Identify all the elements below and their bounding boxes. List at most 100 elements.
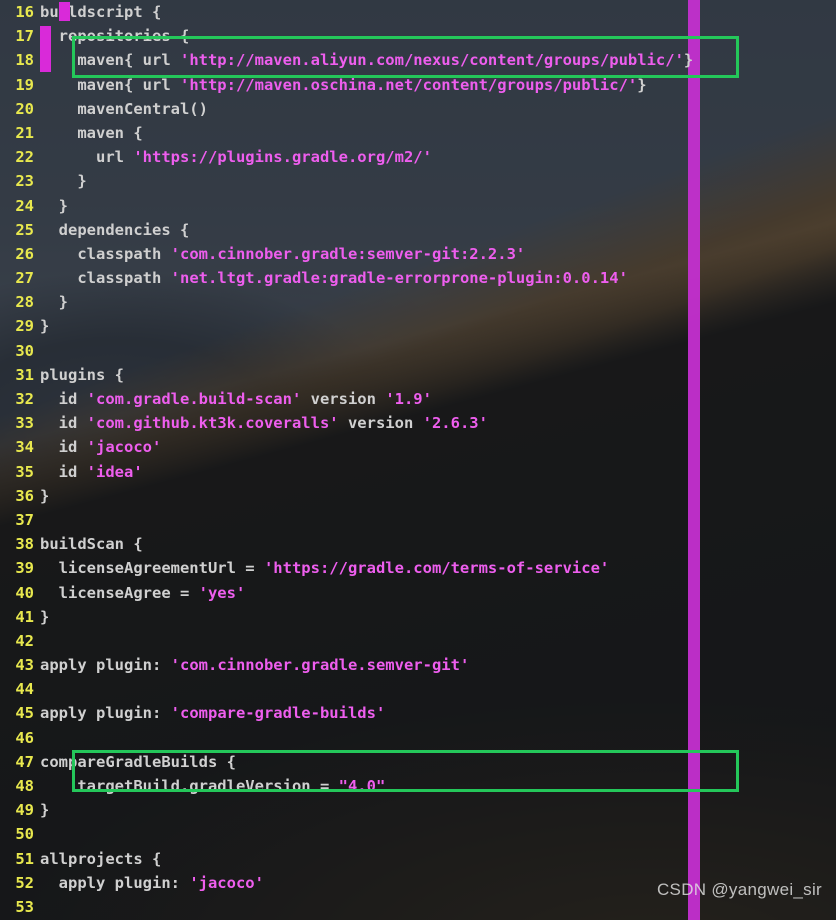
code-line[interactable]: 20 mavenCentral() xyxy=(0,97,836,121)
line-number: 30 xyxy=(15,341,34,360)
line-number: 20 xyxy=(15,99,34,118)
csdn-watermark: CSDN @yangwei_sir xyxy=(656,879,822,899)
line-number: 27 xyxy=(15,269,34,288)
code-line-text: mavenCentral() xyxy=(40,100,208,118)
code-token: licenseAgree = xyxy=(40,583,199,602)
code-line-text: } xyxy=(40,197,68,215)
code-line-text: compareGradleBuilds { xyxy=(40,753,236,771)
line-number: 53 xyxy=(15,897,34,916)
code-line[interactable]: 29} xyxy=(0,314,836,338)
code-line[interactable]: 18 maven{ url 'http://maven.aliyun.com/n… xyxy=(0,48,836,72)
code-line[interactable]: 47 compareGradleBuilds { xyxy=(0,750,836,774)
code-line-text: classpath 'com.cinnober.gradle:semver-gi… xyxy=(40,245,525,263)
string-token: 'com.gradle.build-scan' xyxy=(86,390,302,408)
code-line[interactable]: 30 xyxy=(0,339,836,363)
code-line[interactable]: 51 allprojects { xyxy=(0,847,836,871)
code-token: url xyxy=(40,148,134,167)
code-line[interactable]: 46 xyxy=(0,726,836,750)
code-line[interactable]: 23 } xyxy=(0,169,836,193)
code-line[interactable]: 33 id 'com.github.kt3k.coveralls' versio… xyxy=(0,411,836,435)
code-line[interactable]: 42 xyxy=(0,629,836,653)
code-line[interactable]: 26 classpath 'com.cinnober.gradle:semver… xyxy=(0,242,836,266)
code-line-text: classpath 'net.ltgt.gradle:gradle-errorp… xyxy=(40,269,628,287)
code-line[interactable]: 35 id 'idea' xyxy=(0,460,836,484)
code-line-text: } xyxy=(40,608,49,626)
code-line-text: plugins { xyxy=(40,366,124,384)
code-line[interactable]: 25 dependencies { xyxy=(0,218,836,242)
code-line[interactable]: 16 buildscript { xyxy=(0,0,836,24)
code-line[interactable]: 19 maven{ url 'http://maven.oschina.net/… xyxy=(0,73,836,97)
code-line-text: } xyxy=(40,317,49,335)
line-number: 50 xyxy=(15,825,34,844)
code-area[interactable]: 16 buildscript {17 repositories {18 maven… xyxy=(0,0,836,920)
code-line[interactable]: 36} xyxy=(0,484,836,508)
code-token: maven { xyxy=(40,123,143,142)
line-number: 33 xyxy=(15,414,34,433)
line-number: 21 xyxy=(15,123,34,142)
code-line[interactable]: 48 targetBuild.gradleVersion = "4.0" xyxy=(0,774,836,798)
code-token: version xyxy=(301,390,386,408)
code-line[interactable]: 32 id 'com.gradle.build-scan' version '1… xyxy=(0,387,836,411)
line-number: 44 xyxy=(15,680,34,699)
code-line[interactable]: 49} xyxy=(0,798,836,822)
code-line[interactable]: 22 url 'https://plugins.gradle.org/m2/' xyxy=(0,145,836,169)
code-line[interactable]: 45 apply plugin: 'compare-gradle-builds' xyxy=(0,701,836,725)
code-token: plugins { xyxy=(40,365,124,384)
line-number: 40 xyxy=(15,583,34,602)
line-number: 39 xyxy=(15,559,34,578)
code-token: repositories { xyxy=(40,27,190,46)
gutter-change-marker xyxy=(40,26,51,72)
string-token: 'http://maven.aliyun.com/nexus/content/g… xyxy=(179,51,684,70)
string-token: 'com.cinnober.gradle.semver-git' xyxy=(170,656,470,675)
code-line[interactable]: 38 buildScan { xyxy=(0,532,836,556)
line-number: 26 xyxy=(15,244,34,263)
code-token: id xyxy=(40,438,87,457)
line-number: 52 xyxy=(15,873,34,892)
code-line[interactable]: 43 apply plugin: 'com.cinnober.gradle.sem… xyxy=(0,653,836,677)
code-line[interactable]: 39 licenseAgreementUrl = 'https://gradle… xyxy=(0,556,836,580)
line-number: 36 xyxy=(15,486,34,505)
string-token: "4.0" xyxy=(338,777,386,795)
code-line[interactable]: 27 classpath 'net.ltgt.gradle:gradle-err… xyxy=(0,266,836,290)
code-line-text: } xyxy=(40,172,86,190)
code-line-text: maven{ url 'http://maven.oschina.net/con… xyxy=(40,75,646,94)
code-token: id xyxy=(40,390,87,408)
code-line-text: apply plugin: 'jacoco' xyxy=(40,874,264,892)
code-line[interactable]: 24 } xyxy=(0,194,836,218)
code-line-text: repositories { xyxy=(40,27,190,46)
code-line[interactable]: 40 licenseAgree = 'yes' xyxy=(0,581,836,605)
line-number: 28 xyxy=(15,293,34,312)
string-token: 'http://maven.oschina.net/content/groups… xyxy=(179,75,638,94)
code-line[interactable]: 28 } xyxy=(0,290,836,314)
code-line[interactable]: 37 xyxy=(0,508,836,532)
code-line-text: maven { xyxy=(40,123,143,142)
code-token: apply plugin: xyxy=(40,656,171,675)
code-line[interactable]: 21 maven { xyxy=(0,121,836,145)
code-line-text: apply plugin: 'compare-gradle-builds' xyxy=(40,704,385,722)
code-line-text: apply plugin: 'com.cinnober.gradle.semve… xyxy=(40,656,469,674)
code-line-text: } xyxy=(40,293,68,311)
code-line[interactable]: 41} xyxy=(0,605,836,629)
code-line[interactable]: 44 xyxy=(0,677,836,701)
line-number: 45 xyxy=(15,704,34,723)
code-line-text: url 'https://plugins.gradle.org/m2/' xyxy=(40,148,432,166)
code-line[interactable]: 17 repositories { xyxy=(0,24,836,48)
code-line[interactable]: 34 id 'jacoco' xyxy=(0,435,836,459)
code-editor[interactable]: 16 buildscript {17 repositories {18 maven… xyxy=(0,0,836,920)
code-line-text: } xyxy=(40,801,49,819)
code-line-text: id 'com.github.kt3k.coveralls' version '… xyxy=(40,414,488,432)
code-line-text: id 'jacoco' xyxy=(40,438,162,457)
string-token: '2.6.3' xyxy=(422,414,488,433)
string-token: 'https://plugins.gradle.org/m2/' xyxy=(133,148,432,167)
line-number: 25 xyxy=(15,220,34,239)
code-line[interactable]: 31 plugins { xyxy=(0,363,836,387)
code-line-text: dependencies { xyxy=(40,221,190,239)
code-line-text: maven{ url 'http://maven.aliyun.com/nexu… xyxy=(40,51,693,69)
code-token: } xyxy=(40,317,50,336)
code-line-text: } xyxy=(40,487,49,505)
code-line[interactable]: 50 xyxy=(0,822,836,846)
line-number: 38 xyxy=(15,535,34,554)
string-token: 'https://gradle.com/terms-of-service' xyxy=(263,559,610,578)
line-number: 49 xyxy=(15,801,34,820)
string-token: 'com.github.kt3k.coveralls' xyxy=(86,414,339,433)
